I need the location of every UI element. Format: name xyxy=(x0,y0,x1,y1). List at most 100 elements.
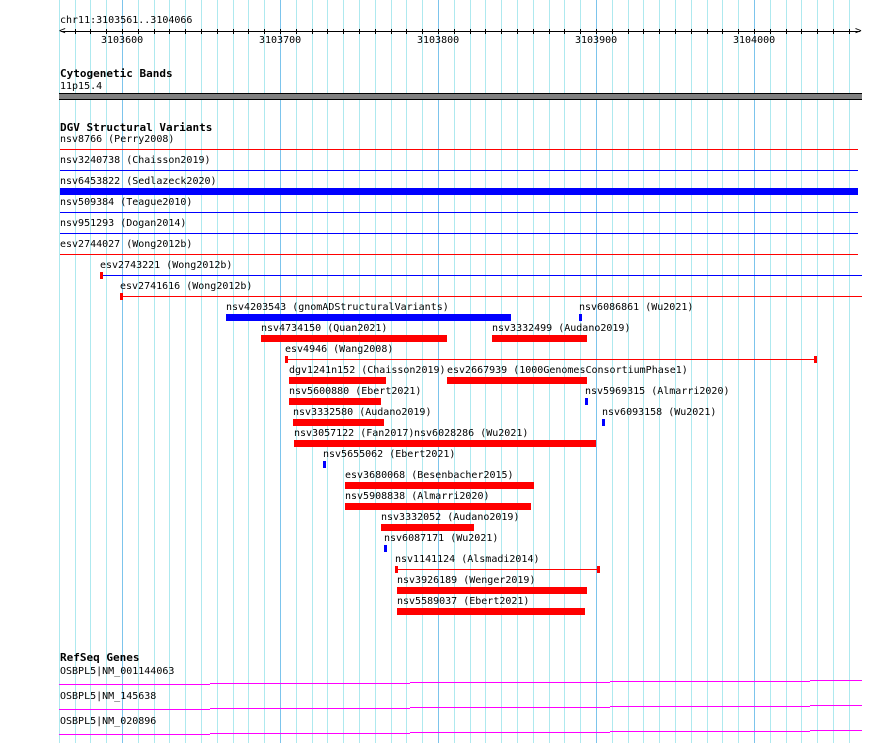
sv-feature-bar[interactable] xyxy=(323,461,326,468)
gene-line[interactable] xyxy=(510,681,610,683)
sv-feature-label: nsv3240738 (Chaisson2019) xyxy=(60,155,211,166)
gene-line[interactable] xyxy=(510,706,610,708)
sv-feature-bar[interactable] xyxy=(414,440,596,447)
ruler-tick xyxy=(122,29,123,34)
gene-line[interactable] xyxy=(210,733,310,734)
sv-feature-bar[interactable] xyxy=(261,335,447,342)
grid-line xyxy=(833,0,834,743)
sv-feature-line[interactable] xyxy=(120,296,862,297)
arrow-left-icon[interactable]: < xyxy=(59,24,66,38)
sv-feature-label: nsv509384 (Teague2010) xyxy=(60,197,193,208)
sv-feature-line[interactable] xyxy=(395,569,599,570)
ruler-tick xyxy=(817,29,818,34)
sv-feature-bar[interactable] xyxy=(381,524,474,531)
sv-feature-bar[interactable] xyxy=(585,398,588,405)
grid-line xyxy=(201,0,202,743)
gene-label: OSBPL5|NM_020896 xyxy=(60,716,157,727)
ruler-tick xyxy=(675,29,676,34)
sv-feature-line[interactable] xyxy=(60,254,858,255)
gene-line[interactable] xyxy=(710,705,810,707)
grid-line xyxy=(707,0,708,743)
ruler-tick-label: 3103600 xyxy=(101,35,144,46)
ruler-tick xyxy=(422,29,423,34)
grid-line xyxy=(169,0,170,743)
sv-feature-bar[interactable] xyxy=(384,545,387,552)
sv-feature-bar[interactable] xyxy=(579,314,582,321)
cytoband-bar[interactable] xyxy=(59,93,862,100)
grid-line xyxy=(849,0,850,743)
sv-feature-bar[interactable] xyxy=(397,608,585,615)
ruler-axis[interactable] xyxy=(61,31,860,32)
sv-feature-bar[interactable] xyxy=(294,440,414,447)
gene-line[interactable] xyxy=(610,731,710,732)
sv-feature-bar[interactable] xyxy=(397,587,587,594)
ruler-tick xyxy=(628,29,629,34)
sv-feature-bar[interactable] xyxy=(289,398,381,405)
gene-line[interactable] xyxy=(410,682,510,683)
ruler-tick xyxy=(106,29,107,34)
ruler-tick xyxy=(406,29,407,34)
sv-feature-line[interactable] xyxy=(60,212,858,213)
sv-feature-label: dgv1241n152 (Chaisson2019) xyxy=(289,365,446,376)
gene-line[interactable] xyxy=(510,731,610,733)
ruler-tick xyxy=(833,29,834,34)
sv-feature-bar[interactable] xyxy=(345,482,534,489)
gene-line[interactable] xyxy=(59,709,110,710)
sv-feature-line[interactable] xyxy=(285,359,816,360)
sv-start-marker xyxy=(395,566,398,573)
grid-line xyxy=(248,0,249,743)
ruler-tick xyxy=(580,29,581,34)
ruler-tick xyxy=(391,29,392,34)
gene-line[interactable] xyxy=(310,682,410,684)
gene-line[interactable] xyxy=(610,706,710,707)
gene-line[interactable] xyxy=(410,732,510,733)
ruler-tick xyxy=(849,29,850,34)
sv-feature-bar[interactable] xyxy=(492,335,587,342)
sv-end-marker xyxy=(597,566,600,573)
gene-line[interactable] xyxy=(310,707,410,709)
grid-line xyxy=(154,0,155,743)
ruler-tick-label: 3104000 xyxy=(733,35,776,46)
gene-line[interactable] xyxy=(610,681,710,682)
gene-line[interactable] xyxy=(710,730,810,732)
sv-feature-bar[interactable] xyxy=(293,419,384,426)
sv-feature-line[interactable] xyxy=(60,170,858,171)
sv-feature-bar[interactable] xyxy=(226,314,511,321)
sv-feature-label: esv2667939 (1000GenomesConsortiumPhase1) xyxy=(447,365,688,376)
ruler-tick-label: 3103900 xyxy=(575,35,618,46)
sv-feature-line[interactable] xyxy=(60,149,858,150)
arrow-right-icon[interactable]: > xyxy=(855,24,862,38)
sv-feature-bar[interactable] xyxy=(602,419,605,426)
sv-feature-bar[interactable] xyxy=(447,377,587,384)
gene-line[interactable] xyxy=(410,707,510,708)
sv-feature-label: esv4946 (Wang2008) xyxy=(285,344,394,355)
sv-feature-label: nsv6093158 (Wu2021) xyxy=(602,407,717,418)
grid-line xyxy=(59,0,60,743)
gene-line[interactable] xyxy=(310,732,410,734)
sv-feature-bar[interactable] xyxy=(345,503,531,510)
genome-browser-view: chr11:3103561..3104066 < >3103600 3103700 3… xyxy=(0,0,890,743)
sv-start-marker xyxy=(285,356,288,363)
gene-line[interactable] xyxy=(710,680,810,682)
sv-feature-label: nsv6028286 (Wu2021) xyxy=(414,428,529,439)
ruler-tick xyxy=(138,29,139,34)
sv-feature-line[interactable] xyxy=(100,275,862,276)
ruler-tick xyxy=(169,29,170,34)
sv-feature-line[interactable] xyxy=(60,233,858,234)
gene-line[interactable] xyxy=(210,708,310,709)
gene-line[interactable] xyxy=(110,683,210,685)
gene-line[interactable] xyxy=(110,733,210,735)
gene-line[interactable] xyxy=(810,730,862,731)
sv-feature-label: nsv3332580 (Audano2019) xyxy=(293,407,432,418)
gene-line[interactable] xyxy=(59,734,110,735)
gene-label: OSBPL5|NM_145638 xyxy=(60,691,157,702)
sv-feature-label: nsv5655062 (Ebert2021) xyxy=(323,449,456,460)
gene-line[interactable] xyxy=(810,680,862,681)
gene-line[interactable] xyxy=(59,684,110,685)
gene-line[interactable] xyxy=(110,708,210,710)
gene-line[interactable] xyxy=(210,683,310,684)
gene-line[interactable] xyxy=(810,705,862,706)
sv-feature-bar[interactable] xyxy=(289,377,386,384)
sv-feature-label: nsv4203543 (gnomADStructuralVariants) xyxy=(226,302,449,313)
sv-feature-bar[interactable] xyxy=(60,188,858,195)
